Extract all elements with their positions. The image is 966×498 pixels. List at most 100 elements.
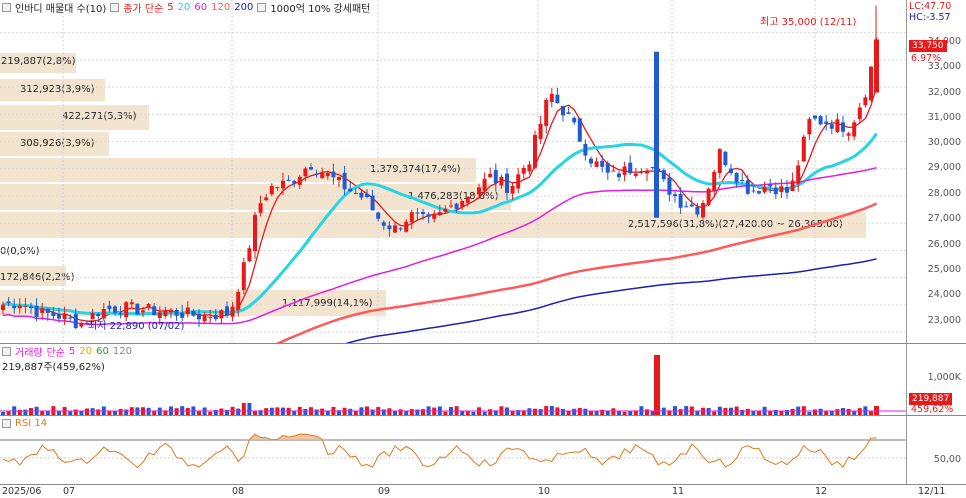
candle-body bbox=[113, 306, 117, 313]
price-panel[interactable]: 219,887(2,8%) 312,923(3,9%) 422,271(5,3%… bbox=[0, 0, 906, 343]
candle-body bbox=[779, 186, 784, 193]
candle-body bbox=[197, 313, 201, 320]
legend-checkbox[interactable] bbox=[2, 419, 11, 428]
candle-body bbox=[846, 133, 851, 136]
rsi-axis[interactable]: 50,00 bbox=[906, 416, 966, 484]
x-axis[interactable]: 2025/06 07 08 09 10 11 12 12/11 bbox=[0, 485, 966, 498]
candle-body bbox=[359, 192, 364, 198]
y-tick: 26,000 bbox=[927, 239, 961, 250]
candle-body bbox=[684, 206, 689, 208]
candle-body bbox=[432, 214, 437, 219]
candle-body bbox=[62, 313, 67, 320]
candle-body bbox=[729, 168, 733, 173]
volume-axis[interactable]: 1,000K 219,887 459,62% bbox=[906, 344, 966, 415]
candle-body bbox=[34, 305, 39, 317]
candle-body bbox=[213, 314, 218, 320]
candle-body bbox=[835, 119, 840, 133]
candle-body bbox=[269, 185, 274, 195]
volume-ma-20: 20 bbox=[79, 346, 93, 357]
x-tick: 2025/06 bbox=[2, 486, 42, 497]
candle-body bbox=[309, 167, 313, 170]
candle-body bbox=[191, 310, 196, 316]
x-tick: 08 bbox=[232, 486, 245, 497]
volume-ma-120: 120 bbox=[112, 346, 132, 357]
volume-chart-canvas[interactable] bbox=[0, 344, 906, 415]
ma-line-5 bbox=[2, 86, 878, 322]
candle-body bbox=[303, 168, 308, 177]
candle-body bbox=[57, 314, 61, 319]
candle-body bbox=[124, 302, 129, 318]
candle-body bbox=[247, 248, 252, 262]
candle-body bbox=[527, 164, 532, 172]
legend-ma-5: 5 bbox=[167, 2, 174, 13]
candle-body bbox=[421, 211, 425, 214]
candle-body bbox=[118, 313, 123, 315]
candle-body bbox=[538, 123, 543, 139]
candle-body bbox=[79, 323, 84, 327]
candle-body bbox=[314, 173, 319, 175]
candle-body bbox=[555, 94, 560, 104]
candle-body bbox=[762, 186, 767, 193]
candle-body bbox=[12, 305, 17, 309]
candle-body bbox=[745, 180, 750, 194]
candle-body bbox=[365, 193, 369, 198]
candle-body bbox=[460, 200, 465, 207]
volume-legend-ma: 단순 bbox=[46, 348, 66, 359]
candle-body bbox=[141, 310, 145, 313]
price-chart-canvas[interactable] bbox=[0, 0, 906, 343]
volume-bar bbox=[247, 403, 252, 415]
price-axis[interactable]: LC:47.70 HC:-3.57 34,000 33,000 32,000 3… bbox=[906, 0, 966, 343]
legend-title: 인바디 매물대 수(10) bbox=[15, 4, 107, 15]
candle-body bbox=[292, 180, 297, 184]
rsi-chart-canvas[interactable] bbox=[0, 416, 906, 484]
candle-body bbox=[393, 225, 397, 233]
candle-body bbox=[152, 306, 157, 315]
rsi-panel[interactable]: RSI 14 bbox=[0, 416, 906, 484]
volume-bar bbox=[527, 408, 532, 415]
candle-body bbox=[253, 214, 257, 252]
x-tick: 09 bbox=[378, 486, 391, 497]
legend-extra: 1000억 10% 강세패턴 bbox=[270, 4, 371, 15]
candle-body bbox=[426, 214, 431, 217]
candle-body bbox=[572, 117, 577, 123]
rsi-line bbox=[2, 433, 877, 469]
candle-body bbox=[258, 203, 263, 213]
y-tick: 32,000 bbox=[927, 87, 961, 98]
y-tick: 27,000 bbox=[927, 213, 961, 224]
candle-body bbox=[801, 136, 806, 162]
candle-body bbox=[818, 116, 823, 125]
volume-bar bbox=[90, 408, 95, 415]
candle-body bbox=[589, 158, 593, 164]
candle-body bbox=[202, 314, 207, 322]
candle-body bbox=[751, 190, 756, 192]
candle-body bbox=[600, 160, 605, 167]
legend-checkbox[interactable] bbox=[2, 347, 11, 356]
y-tick: 28,000 bbox=[927, 188, 961, 199]
volume-bar bbox=[654, 355, 660, 415]
x-tick: 12 bbox=[815, 486, 828, 497]
volume-ma-5: 5 bbox=[69, 346, 76, 357]
x-tick: 11 bbox=[672, 486, 685, 497]
x-tick: 12/11 bbox=[918, 486, 946, 497]
candle-body bbox=[493, 170, 498, 184]
candle-body bbox=[807, 119, 812, 135]
candle-body bbox=[505, 173, 509, 193]
candle-body bbox=[633, 173, 638, 176]
candle-body bbox=[723, 151, 728, 166]
candle-body bbox=[701, 203, 705, 218]
y-tick: 25,000 bbox=[927, 264, 961, 275]
candle-body bbox=[813, 115, 817, 119]
candle-body bbox=[639, 171, 644, 173]
candle-body bbox=[129, 302, 134, 305]
volume-panel[interactable]: 거래량 단순 5 20 60 120 219,887주(459,62%) bbox=[0, 344, 906, 415]
legend-checkbox[interactable] bbox=[2, 3, 11, 12]
candle-body bbox=[465, 196, 470, 203]
legend-checkbox[interactable] bbox=[110, 3, 120, 12]
legend-checkbox[interactable] bbox=[257, 3, 267, 12]
candle-body bbox=[275, 187, 280, 189]
volume-legend-title: 거래량 bbox=[15, 348, 43, 359]
candle-body bbox=[740, 179, 745, 181]
volume-legend: 거래량 단순 5 20 60 120 bbox=[2, 345, 132, 359]
legend-ma-60: 60 bbox=[194, 2, 208, 13]
corner-lc: LC:47.70 bbox=[909, 1, 952, 12]
